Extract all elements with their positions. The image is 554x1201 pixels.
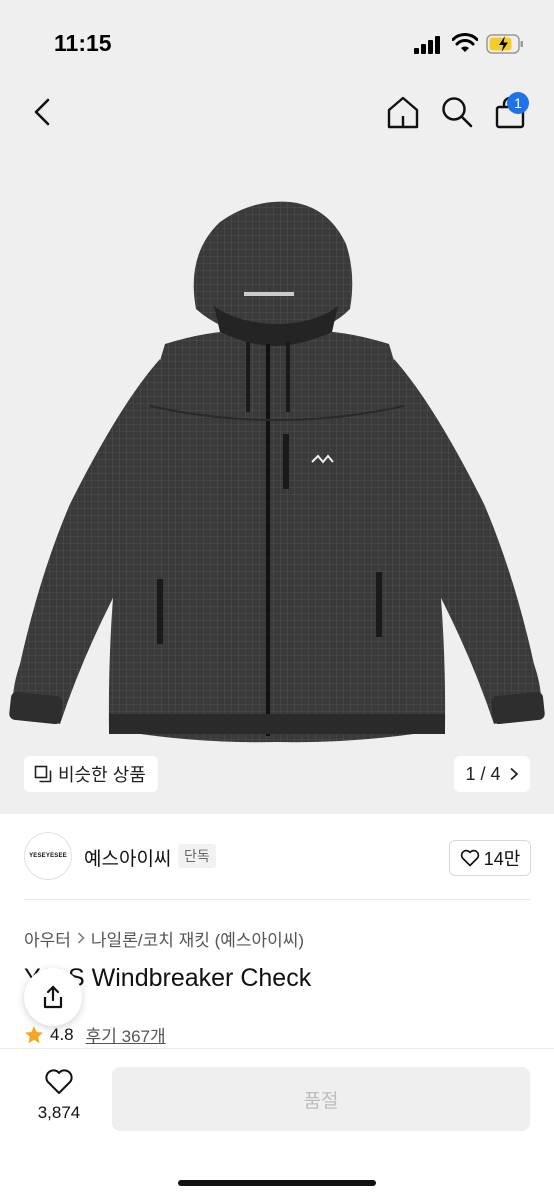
- cellular-signal-icon: [414, 36, 440, 54]
- back-arrow-icon[interactable]: [28, 96, 56, 128]
- brand-like-count: 14만: [483, 849, 521, 869]
- rating-value: 4.8: [50, 1024, 74, 1044]
- brand-name[interactable]: 예스아이씨: [84, 844, 171, 871]
- wishlist-button[interactable]: 3,874: [26, 1068, 92, 1123]
- rating-row: 4.8 후기 367개: [24, 1022, 166, 1047]
- similar-products-icon: [34, 765, 52, 783]
- status-time: 11:15: [54, 30, 112, 56]
- exclusive-badge: 단독: [178, 844, 216, 868]
- breadcrumb-item-category[interactable]: 나일론/코치 재킷 (예스아이씨): [91, 926, 304, 951]
- product-title-main: Windbreaker Check: [91, 964, 312, 992]
- divider: [24, 899, 530, 900]
- similar-products-button[interactable]: 비슷한 상품: [24, 756, 158, 792]
- wishlist-count: 3,874: [37, 1103, 81, 1122]
- image-counter-text: 1 / 4: [465, 763, 501, 784]
- chevron-right-icon: [77, 929, 85, 949]
- breadcrumb: 아우터 나일론/코치 재킷 (예스아이씨): [24, 926, 304, 951]
- home-icon[interactable]: [386, 95, 420, 129]
- sold-out-button[interactable]: 품절: [112, 1067, 530, 1131]
- brand-like-button[interactable]: 14만: [449, 840, 531, 876]
- brand-row: YESEYESEE 예스아이씨 단독 14만: [0, 830, 554, 886]
- wifi-icon: [452, 33, 478, 52]
- similar-products-label: 비슷한 상품: [58, 765, 146, 785]
- star-icon: [25, 1025, 43, 1043]
- battery-charging-icon: [486, 34, 523, 54]
- cart-count-badge: 1: [507, 92, 529, 114]
- chevron-right-icon: [509, 767, 518, 781]
- share-icon: [43, 985, 63, 1009]
- home-indicator: [178, 1180, 376, 1186]
- heart-icon: [45, 1069, 73, 1094]
- reviews-link[interactable]: 후기 367개: [86, 1022, 166, 1047]
- search-icon[interactable]: [440, 95, 474, 129]
- brand-logo-text: YESEYESEE: [29, 853, 67, 859]
- product-image-gallery[interactable]: [0, 144, 554, 814]
- heart-icon: [460, 849, 479, 867]
- share-button[interactable]: [24, 968, 82, 1026]
- image-counter-button[interactable]: 1 / 4: [454, 756, 530, 792]
- breadcrumb-item-outer[interactable]: 아우터: [24, 926, 71, 951]
- brand-logo[interactable]: YESEYESEE: [24, 832, 72, 880]
- status-bar: 11:15: [0, 0, 554, 88]
- product-image-jacket: [9, 201, 545, 743]
